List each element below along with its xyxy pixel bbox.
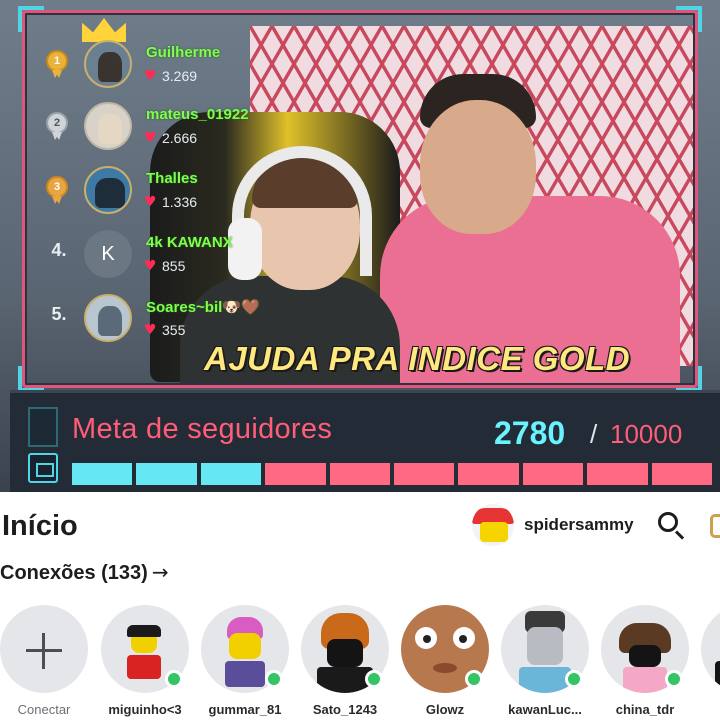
online-status-indicator [665, 670, 683, 688]
robux-icon[interactable] [710, 514, 720, 538]
goal-side-panel [28, 407, 58, 447]
page-title: Início [2, 510, 78, 542]
leaderboard-name: Soares~bil🐶🤎 [146, 299, 260, 316]
connections-carousel: Conectar miguinho<3 gummar_81 Sato_1243 … [0, 602, 720, 720]
goal-separator: / [590, 419, 598, 449]
online-status-indicator [165, 670, 183, 688]
rank-number: 5. [51, 304, 67, 324]
heart-icon: ♥ [144, 130, 157, 146]
friend-name[interactable]: miguinho<3 [91, 702, 199, 717]
screen: { "stream": { "caption": "AJUDA PRA INDI… [0, 0, 720, 720]
frame-corner [18, 6, 44, 32]
leaderboard-row: 5. Soares~bil🐶🤎 ♥ 355 [40, 290, 280, 350]
friend-name[interactable]: kawanLuc... [491, 702, 599, 717]
home-page: Início spidersammy Conexões (133) → Conec… [0, 492, 720, 720]
leaderboard-score: 355 [162, 322, 186, 338]
goal-target: 10000 [610, 419, 683, 449]
progress-segment-filled [200, 463, 262, 485]
avatar [84, 294, 132, 342]
gold-medal-icon: 1 [46, 50, 68, 78]
online-status-indicator [565, 670, 583, 688]
connect-label[interactable]: Conectar [0, 702, 98, 717]
avatar: K [84, 230, 132, 278]
goal-icon [28, 453, 58, 483]
silver-medal-icon: 2 [46, 112, 68, 140]
friend-item[interactable]: Glowz [397, 602, 493, 720]
heart-icon: ♥ [144, 194, 157, 210]
medal-rank: 1 [53, 55, 61, 67]
leaderboard-name: mateus_01922 [146, 106, 249, 123]
bronze-medal-icon: 3 [46, 176, 68, 204]
medal-rank: 2 [53, 117, 61, 129]
progress-segment-empty [587, 463, 648, 485]
connections-header[interactable]: Conexões (133) → [0, 560, 169, 585]
progress-segment-empty [394, 463, 455, 485]
heart-icon: ♥ [144, 322, 157, 338]
friend-item[interactable]: gummar_81 [197, 602, 293, 720]
medal-rank: 3 [53, 181, 61, 193]
frame-corner [676, 366, 702, 392]
rank-number: 4. [51, 240, 67, 260]
friend-name[interactable]: Glowz [391, 702, 499, 717]
friend-item[interactable]: china_tdr [597, 602, 693, 720]
user-avatar[interactable] [472, 504, 514, 546]
leaderboard-row: 3 Thalles ♥ 1.336 [40, 162, 280, 222]
frame-corner [18, 366, 44, 392]
progress-segment-filled [72, 463, 133, 485]
friend-name[interactable]: china_tdr [591, 702, 699, 717]
progress-segment-empty [651, 463, 712, 485]
goal-label: Meta de seguidores [72, 413, 333, 445]
friend-avatar[interactable] [701, 605, 720, 693]
username[interactable]: spidersammy [524, 515, 634, 535]
heart-icon: ♥ [144, 258, 157, 274]
search-icon[interactable] [656, 510, 686, 540]
progress-segment-empty [329, 463, 390, 485]
online-status-indicator [265, 670, 283, 688]
heart-icon: ♥ [144, 68, 157, 84]
progress-segment-filled [136, 463, 197, 485]
leaderboard-score: 1.336 [162, 194, 198, 210]
leaderboard-row: 1 Guilherme ♥ 3.269 [40, 18, 280, 96]
leaderboard-score: 2.666 [162, 130, 198, 146]
live-stream-video[interactable]: AJUDA PRA INDICE GOLD 1 Guilherme ♥ 3.26… [0, 0, 720, 492]
add-connection-button[interactable] [0, 605, 88, 693]
friend-name[interactable]: Sato_1243 [291, 702, 399, 717]
leaderboard-score: 855 [162, 258, 186, 274]
leaderboard-row: 4. K 4k KAWANX ♥ 855 [40, 226, 280, 286]
frame-corner [676, 6, 702, 32]
connect-button[interactable]: Conectar [0, 602, 92, 720]
online-status-indicator [465, 670, 483, 688]
friend-item[interactable]: Sato_1243 [297, 602, 393, 720]
goal-progress-bar [72, 463, 712, 485]
goal-current: 2780 [494, 415, 566, 451]
avatar [84, 40, 132, 88]
friend-item[interactable]: kawanLuc... [497, 602, 593, 720]
progress-segment-empty [522, 463, 584, 485]
plus-icon [42, 633, 45, 669]
leaderboard-score: 3.269 [162, 68, 198, 84]
avatar [84, 166, 132, 214]
follower-goal-widget: Meta de seguidores 2780 / 10000 [10, 390, 720, 492]
progress-segment-empty [265, 463, 326, 485]
leaderboard-name: Thalles [146, 170, 198, 187]
friend-name[interactable]: gummar_81 [191, 702, 299, 717]
leaderboard-name: 4k KAWANX [146, 234, 233, 251]
online-status-indicator [365, 670, 383, 688]
connections-label[interactable]: Conexões (133) [0, 562, 148, 584]
leaderboard-name: Guilherme [146, 44, 221, 61]
friend-item-partial[interactable] [697, 602, 720, 720]
arrow-right-icon[interactable]: → [152, 560, 169, 584]
friend-item[interactable]: miguinho<3 [97, 602, 193, 720]
avatar [84, 102, 132, 150]
leaderboard-row: 2 mateus_01922 ♥ 2.666 [40, 98, 280, 158]
progress-segment-empty [458, 463, 519, 485]
